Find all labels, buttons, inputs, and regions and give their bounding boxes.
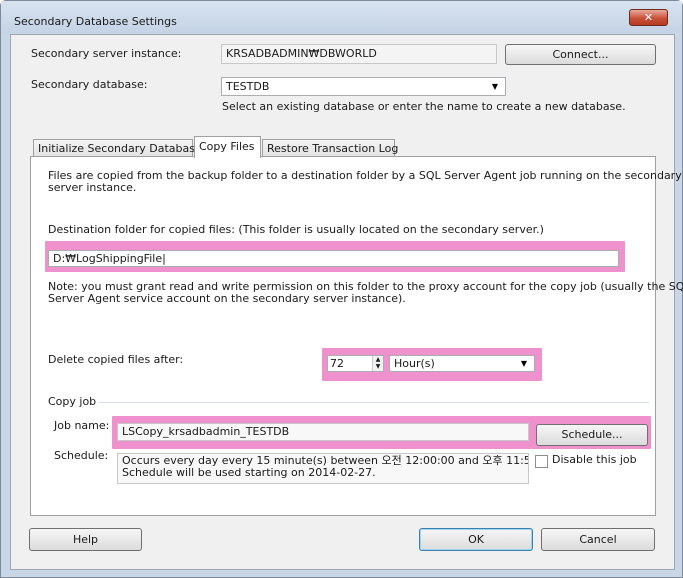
job-name-field: LSCopy_krsadbadmin_TESTDB [117, 423, 529, 441]
cancel-button[interactable]: Cancel [541, 528, 655, 551]
copy-job-group-label: Copy job [48, 395, 97, 408]
delete-after-spinner[interactable]: 72 ▲ ▼ [327, 355, 384, 372]
connect-button[interactable]: Connect... [505, 44, 656, 65]
disable-job-label: Disable this job [552, 453, 637, 466]
disable-job-checkbox[interactable] [535, 455, 548, 468]
server-instance-label: Secondary server instance: [31, 47, 182, 60]
tab-copy-files[interactable]: Copy Files [194, 136, 261, 158]
group-separator [99, 402, 649, 403]
secondary-database-label: Secondary database: [31, 78, 148, 91]
ok-button[interactable]: OK [419, 528, 533, 551]
spin-arrows-icon[interactable]: ▲ ▼ [372, 356, 383, 371]
database-hint: Select an existing database or enter the… [222, 100, 626, 113]
secondary-database-value: TESTDB [226, 80, 270, 93]
delete-unit-value: Hour(s) [394, 357, 435, 370]
delete-after-value: 72 [330, 357, 344, 370]
schedule-line2: Schedule will be used starting on 2014-0… [122, 466, 376, 479]
help-button[interactable]: Help [29, 528, 142, 551]
tab-initialize-secondary-database[interactable]: Initialize Secondary Database [33, 139, 202, 157]
delete-unit-combo[interactable]: Hour(s) ▼ [389, 355, 535, 372]
secondary-database-combo[interactable]: TESTDB ▼ [221, 77, 506, 96]
schedule-button[interactable]: Schedule... [536, 424, 648, 446]
schedule-label: Schedule: [54, 449, 109, 462]
window-title: Secondary Database Settings [14, 15, 177, 28]
tab-restore-transaction-log[interactable]: Restore Transaction Log [262, 139, 398, 157]
close-button[interactable]: ✕ [629, 9, 668, 26]
dialog-window: Secondary Database Settings ✕ Secondary … [0, 0, 683, 578]
intro-text-line1: Files are copied from the backup folder … [48, 169, 682, 182]
destination-folder-label: Destination folder for copied files: (Th… [48, 223, 544, 236]
job-name-label: Job name: [54, 419, 110, 432]
schedule-description: Occurs every day every 15 minute(s) betw… [117, 453, 529, 484]
chevron-down-icon[interactable]: ▼ [518, 358, 530, 370]
destination-folder-input[interactable]: D:₩LogShippingFile| [48, 250, 619, 267]
chevron-down-icon[interactable]: ▼ [489, 81, 501, 93]
server-instance-field: KRSADBADMIN₩DBWORLD [221, 44, 497, 64]
close-icon: ✕ [643, 11, 654, 24]
permission-note-line2: Server Agent service account on the seco… [48, 292, 406, 305]
intro-text-line2: server instance. [48, 181, 137, 194]
delete-after-label: Delete copied files after: [48, 353, 184, 366]
